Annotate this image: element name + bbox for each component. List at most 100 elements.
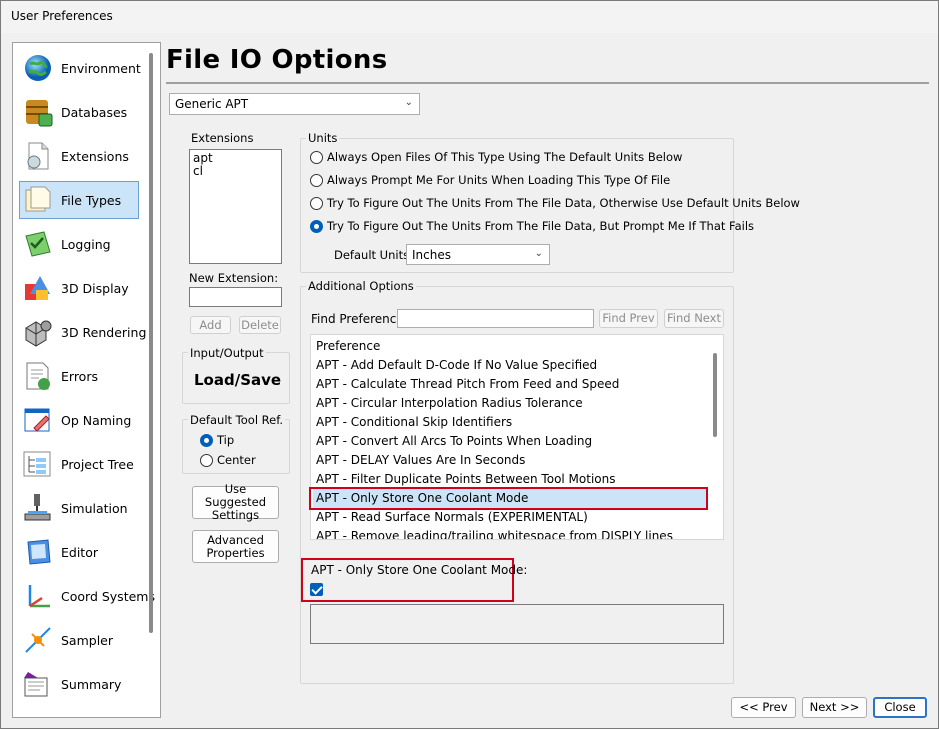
sidebar-item-databases[interactable]: Databases (19, 93, 139, 131)
radio-label: Tip (217, 433, 235, 447)
table-row[interactable]: APT - Conditional Skip Identifiers (315, 413, 512, 432)
table-row[interactable]: APT - Add Default D-Code If No Value Spe… (315, 356, 597, 375)
sidebar-item-sampler[interactable]: Sampler (19, 621, 139, 659)
title-divider (166, 82, 929, 84)
radio-label: Try To Figure Out The Units From The Fil… (327, 196, 800, 210)
sidebar-item-label: 3D Display (61, 280, 129, 296)
next-button[interactable]: Next >> (802, 697, 867, 718)
sidebar-item-project-tree[interactable]: Project Tree (19, 445, 139, 483)
list-item[interactable]: cl (193, 165, 278, 178)
find-preference-input[interactable] (397, 309, 594, 328)
chevron-down-icon: ⌄ (404, 97, 413, 108)
editor-icon (22, 536, 54, 568)
table-row[interactable]: APT - Read Surface Normals (EXPERIMENTAL… (315, 508, 588, 527)
sidebar-item-errors[interactable]: Errors (19, 357, 139, 395)
units-radio-detect-default[interactable]: Try To Figure Out The Units From The Fil… (310, 196, 800, 210)
radio-label: Always Open Files Of This Type Using The… (327, 150, 683, 164)
preference-column-header[interactable]: Preference (315, 337, 380, 356)
coord-systems-icon (22, 580, 54, 612)
database-icon (22, 96, 54, 128)
radio-unselected-icon (310, 150, 323, 164)
list-item[interactable]: apt (193, 152, 278, 165)
page-title: File IO Options (166, 45, 388, 75)
radio-selected-icon (200, 433, 213, 447)
globe-icon (22, 52, 54, 84)
simulation-icon (22, 492, 54, 524)
extensions-list[interactable]: apt cl (189, 149, 282, 264)
table-row[interactable]: APT - Circular Interpolation Radius Tole… (315, 394, 583, 413)
sidebar-item-logging[interactable]: Logging (19, 225, 139, 263)
default-units-select[interactable]: Inches ⌄ (406, 244, 550, 265)
project-tree-icon (22, 448, 54, 480)
sidebar-item-label: Sampler (61, 632, 114, 648)
sidebar-item-label: Summary (61, 676, 122, 692)
find-prev-button[interactable]: Find Prev (599, 309, 658, 328)
sidebar-item-label: Project Tree (61, 456, 134, 472)
sidebar-item-label: Coord Systems (61, 588, 155, 604)
radio-unselected-icon (200, 453, 213, 467)
errors-icon (22, 360, 54, 392)
units-label: Units (306, 131, 340, 145)
sidebar-item-label: Databases (61, 104, 128, 120)
summary-icon (22, 668, 54, 700)
title-bar: User Preferences (1, 1, 938, 33)
category-sidebar: Environment Databases Extensions File Ty… (12, 42, 161, 718)
detail-label: APT - Only Store One Coolant Mode: (311, 563, 528, 577)
op-naming-icon (22, 404, 54, 436)
sidebar-item-environment[interactable]: Environment (19, 49, 141, 87)
sidebar-item-simulation[interactable]: Simulation (19, 489, 139, 527)
table-row[interactable]: APT - Calculate Thread Pitch From Feed a… (315, 375, 619, 394)
table-row[interactable]: APT - DELAY Values Are In Seconds (315, 451, 525, 470)
units-radio-detect-prompt[interactable]: Try To Figure Out The Units From The Fil… (310, 219, 754, 233)
tool-ref-label: Default Tool Ref. (188, 413, 286, 427)
sidebar-item-label: Extensions (61, 148, 129, 164)
logging-icon (22, 228, 54, 260)
file-type-select[interactable]: Generic APT ⌄ (169, 93, 420, 115)
input-output-label: Input/Output (188, 346, 266, 360)
default-units-value: Inches (412, 248, 451, 262)
tool-ref-center-radio[interactable]: Center (200, 453, 256, 467)
sidebar-item-3d-rendering[interactable]: 3D Rendering (19, 313, 146, 351)
prev-button[interactable]: << Prev (731, 697, 796, 718)
add-extension-button[interactable]: Add (190, 316, 231, 334)
sidebar-item-label: Editor (61, 544, 98, 560)
sidebar-item-editor[interactable]: Editor (19, 533, 139, 571)
units-radio-default[interactable]: Always Open Files Of This Type Using The… (310, 150, 682, 164)
units-radio-prompt[interactable]: Always Prompt Me For Units When Loading … (310, 173, 670, 187)
advanced-properties-button[interactable]: Advanced Properties (192, 530, 279, 563)
sidebar-item-3d-display[interactable]: 3D Display (19, 269, 139, 307)
sidebar-item-label: Op Naming (61, 412, 132, 428)
radio-label: Center (217, 453, 256, 467)
sidebar-item-extensions[interactable]: Extensions (19, 137, 139, 175)
additional-options-label: Additional Options (306, 279, 416, 293)
extensions-label: Extensions (189, 131, 256, 145)
sidebar-item-op-naming[interactable]: Op Naming (19, 401, 139, 439)
radio-unselected-icon (310, 196, 323, 210)
file-type-select-value: Generic APT (175, 97, 249, 111)
preference-vertical-scrollbar[interactable] (713, 353, 717, 437)
sidebar-item-summary[interactable]: Summary (19, 665, 139, 703)
3d-rendering-icon (22, 316, 54, 348)
sidebar-scrollbar[interactable] (149, 53, 153, 633)
find-next-button[interactable]: Find Next (664, 309, 724, 328)
sidebar-item-file-types[interactable]: File Types (19, 181, 139, 219)
delete-extension-button[interactable]: Delete (239, 316, 281, 334)
default-units-label: Default Units: (334, 248, 413, 262)
close-button[interactable]: Close (873, 697, 927, 718)
new-extension-input[interactable] (189, 287, 282, 307)
sidebar-item-label: 3D Rendering (61, 324, 147, 340)
tool-ref-tip-radio[interactable]: Tip (200, 433, 234, 447)
table-row[interactable]: APT - Convert All Arcs To Points When Lo… (315, 432, 592, 451)
file-types-icon (22, 184, 54, 216)
selected-row-highlight (309, 487, 708, 510)
sidebar-item-label: File Types (61, 192, 122, 208)
use-suggested-settings-button[interactable]: Use Suggested Settings (192, 483, 279, 522)
description-box (310, 604, 724, 644)
detail-checkbox[interactable] (310, 583, 323, 596)
sidebar-item-coord-systems[interactable]: Coord Systems (19, 577, 155, 615)
table-row[interactable]: APT - Remove leading/trailing whitespace… (315, 527, 673, 539)
preferences-window: User Preferences Environment Databases E… (0, 0, 939, 729)
sidebar-item-label: Environment (61, 60, 141, 76)
new-extension-label: New Extension: (187, 271, 281, 285)
radio-unselected-icon (310, 173, 323, 187)
